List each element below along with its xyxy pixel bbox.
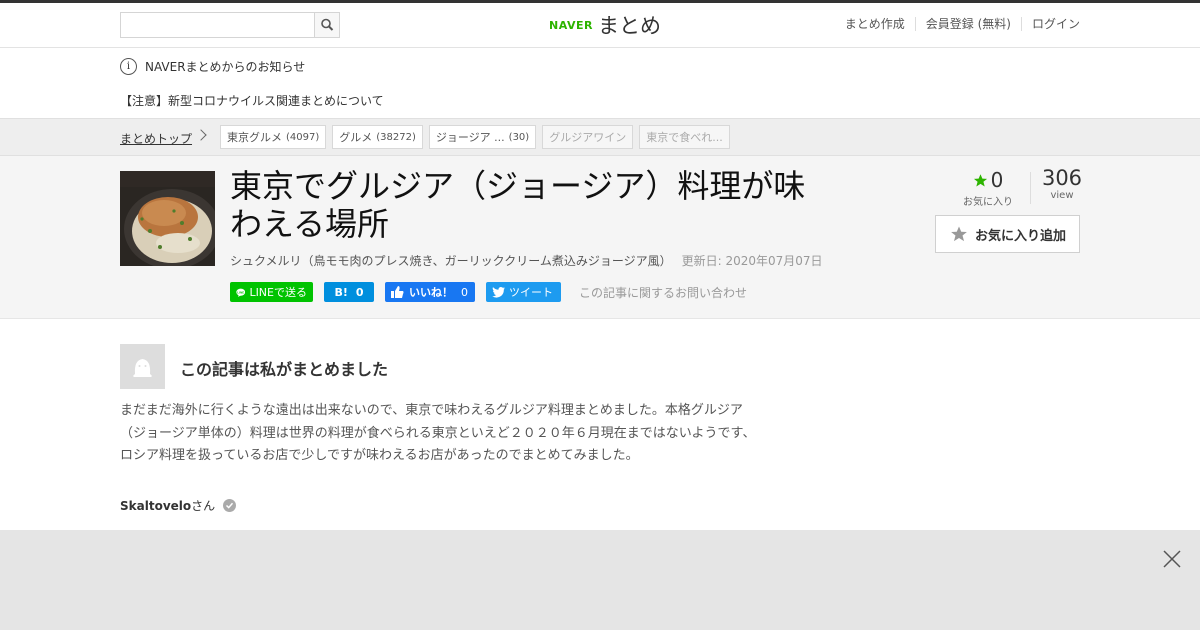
thumbs-up-icon (391, 286, 404, 298)
twitter-label: ツイート (509, 286, 553, 299)
tag-georgia[interactable]: ジョージア ... (30) (428, 125, 537, 149)
tag-count: (38272) (376, 131, 416, 143)
line-label: LINEで送る (249, 286, 307, 299)
site-header: NAVER まとめ まとめ作成 会員登録 (無料) ログイン (0, 3, 1200, 48)
chevron-right-icon (195, 129, 207, 141)
article-header: 東京でグルジア（ジョージア）料理が味わえる場所 シュクメルリ（鳥モモ肉のプレス焼… (0, 156, 1200, 319)
info-icon: i (120, 58, 137, 75)
star-icon (973, 173, 987, 186)
register-link[interactable]: 会員登録 (無料) (914, 17, 1021, 31)
author-name-link[interactable]: Skaltovelo (120, 499, 191, 513)
create-matome-link[interactable]: まとめ作成 (835, 17, 915, 31)
tag-tokyo-eat[interactable]: 東京で食べれ... (639, 125, 730, 149)
article-subtitle: シュクメルリ（鳥モモ肉のプレス焼き、ガーリッククリーム煮込みジョージア風） 更新日… (230, 252, 823, 269)
avatar[interactable] (120, 344, 165, 389)
search-button[interactable] (314, 13, 339, 37)
tag-gourmet[interactable]: グルメ (38272) (332, 125, 423, 149)
default-avatar-icon (120, 344, 165, 389)
add-favorite-button[interactable]: お気に入り追加 (935, 215, 1080, 253)
updated-date: 更新日: 2020年07月07日 (681, 254, 823, 268)
star-icon (951, 226, 967, 242)
twitter-tweet-button[interactable]: ツイート (486, 282, 561, 302)
login-link[interactable]: ログイン (1020, 17, 1080, 31)
verified-check-icon (223, 499, 237, 512)
tag-count: (30) (508, 131, 530, 143)
share-bar: LINE LINEで送る B! 0 いいね！ 0 ツイート この記事に関するお問… (230, 282, 747, 302)
site-logo[interactable]: NAVER まとめ (549, 11, 661, 39)
inquiry-link[interactable]: この記事に関するお問い合わせ (579, 284, 747, 301)
tag-label: 東京で食べれ... (646, 131, 723, 144)
favorite-count: 0 お気に入り (960, 168, 1016, 208)
add-favorite-label: お気に入り追加 (975, 228, 1067, 244)
food-image (120, 171, 215, 266)
line-share-button[interactable]: LINE LINEで送る (230, 282, 313, 302)
svg-text:LINE: LINE (237, 290, 244, 294)
hatena-count: 0 (355, 285, 364, 299)
favorite-number: 0 (990, 168, 1004, 192)
breadcrumb: まとめトップ 東京グルメ (4097) グルメ (38272) ジョージア ...(… (0, 118, 1200, 156)
logo-service: まとめ (597, 14, 661, 38)
tag-tokyo-gourmet[interactable]: 東京グルメ (4097) (220, 125, 327, 149)
user-nav: まとめ作成 会員登録 (無料) ログイン (835, 17, 1080, 31)
subtitle-text: シュクメルリ（鳥モモ肉のプレス焼き、ガーリッククリーム煮込みジョージア風） (230, 254, 672, 268)
line-icon: LINE (236, 288, 246, 297)
notice-title: NAVERまとめからのお知らせ (145, 60, 306, 74)
view-number: 306 (1041, 166, 1083, 190)
tag-count: (4097) (286, 131, 320, 143)
facebook-label: いいね！ (409, 286, 453, 299)
close-icon[interactable] (1162, 549, 1182, 569)
hatena-mark: B! (334, 285, 348, 299)
view-label: view (1050, 190, 1074, 201)
search-box (120, 12, 340, 38)
favorite-label: お気に入り (963, 197, 1013, 208)
search-icon (321, 18, 334, 31)
tag-label: グルジアワイン (549, 131, 627, 144)
view-count: 306 view (1040, 166, 1084, 201)
article-title: 東京でグルジア（ジョージア）料理が味わえる場所 (230, 167, 806, 243)
author-suffix: さん (191, 499, 216, 513)
search-input[interactable] (121, 13, 315, 37)
tag-georgian-wine[interactable]: グルジアワイン (542, 125, 634, 149)
tag-label: 東京グルメ (227, 131, 282, 144)
facebook-count: 0 (461, 285, 468, 299)
ad-banner-area (0, 530, 1200, 630)
logo-brand: NAVER (549, 18, 593, 32)
stats-divider (1030, 172, 1031, 204)
tag-list: 東京グルメ (4097) グルメ (38272) ジョージア ... (30) グルジ… (220, 125, 730, 149)
article-thumbnail[interactable] (120, 171, 215, 266)
hatena-bookmark-button[interactable]: B! 0 (324, 282, 374, 302)
author-description: まだまだ海外に行くような遠出は出来ないので、東京で味わえるグルジア料理まとめまし… (120, 403, 756, 463)
notice-link[interactable]: 【注意】新型コロナウイルス関連まとめについて (120, 92, 384, 109)
author-heading: この記事は私がまとめました (180, 360, 389, 379)
author-info: Skaltovelo さん (120, 497, 237, 514)
tag-label: グルメ (339, 131, 373, 144)
twitter-bird-icon (492, 286, 505, 298)
tag-label: ジョージア ... (435, 131, 505, 144)
facebook-like-button[interactable]: いいね！ 0 (385, 282, 475, 302)
breadcrumb-top-link[interactable]: まとめトップ (120, 130, 192, 147)
notice-header: i NAVERまとめからのお知らせ (120, 58, 305, 75)
